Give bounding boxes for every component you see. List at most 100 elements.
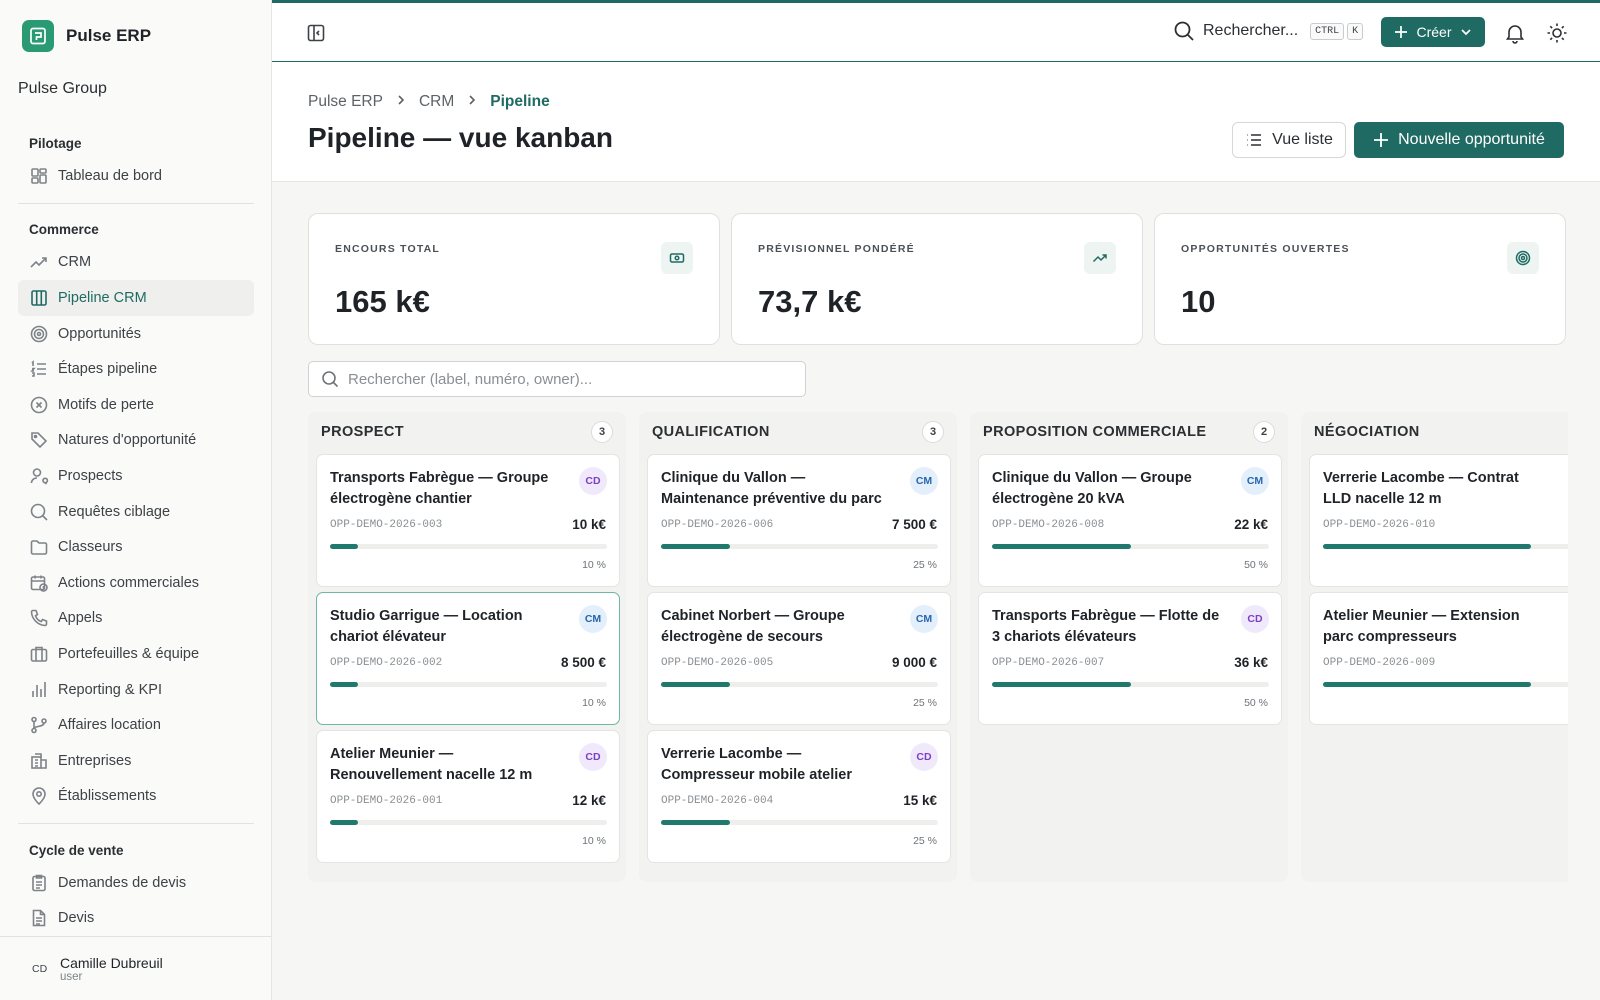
dashboard-icon <box>31 167 47 184</box>
probability-bar <box>992 682 1269 687</box>
card-amount: 8 500 € <box>560 655 606 670</box>
probability-bar <box>661 820 938 825</box>
bell-icon[interactable] <box>1504 22 1526 49</box>
column-header: NÉGOCIATION <box>1301 412 1568 452</box>
sidebar-item-tableau-de-bord[interactable]: Tableau de bord <box>18 158 254 194</box>
sidebar-item-etapes-pipeline[interactable]: Étapes pipeline <box>18 351 254 387</box>
kbd-k: K <box>1347 22 1364 40</box>
x-circle-icon <box>30 396 48 414</box>
sidebar-item-etablissements[interactable]: Établissements <box>18 779 254 815</box>
column-header: QUALIFICATION 3 <box>639 412 957 452</box>
card-probability: 25 % <box>913 697 937 709</box>
owner-avatar: CM <box>910 605 938 633</box>
user-menu[interactable]: CD Camille Dubreuil user <box>0 936 271 1000</box>
sidebar: Pulse ERP Pulse Group Pilotage Tableau de… <box>0 0 272 1000</box>
opportunity-card[interactable]: Atelier Meunier — Renouvellement nacelle… <box>316 730 620 863</box>
calendar-clock-icon <box>30 575 48 592</box>
board-search-input[interactable] <box>348 370 788 388</box>
opportunity-card[interactable]: Verrerie Lacombe — Contrat LLD nacelle 1… <box>1309 454 1568 587</box>
create-button-label: Créer <box>1416 24 1452 40</box>
nav-divider <box>18 202 254 204</box>
nav-section-title: Pilotage <box>29 135 82 151</box>
opportunity-card[interactable]: Transports Fabrègue — Flotte de 3 chario… <box>978 592 1282 725</box>
sidebar-item-label: Étapes pipeline <box>58 361 158 378</box>
owner-avatar: CM <box>579 605 607 633</box>
breadcrumb: Pulse ERP CRM Pipeline <box>308 93 550 111</box>
card-title: Verrerie Lacombe — Compresseur mobile at… <box>661 746 852 783</box>
sidebar-item-label: Devis <box>58 910 95 927</box>
sidebar-item-classeurs[interactable]: Classeurs <box>18 529 254 565</box>
owner-avatar: CM <box>910 467 938 495</box>
opportunity-card[interactable]: Clinique du Vallon — Maintenance prévent… <box>647 454 951 587</box>
opportunity-card[interactable]: Studio Garrigue — Location chariot éléva… <box>316 592 620 725</box>
column-count-badge: 2 <box>1253 421 1275 443</box>
brand[interactable]: Pulse ERP <box>22 20 151 52</box>
owner-avatar: CD <box>1241 605 1269 633</box>
breadcrumb-crm[interactable]: CRM <box>419 93 454 111</box>
nav-section-title: Commerce <box>29 222 99 238</box>
git-branch-icon <box>31 716 47 734</box>
probability-bar <box>992 544 1269 549</box>
opportunity-card[interactable]: Transports Fabrègue — Groupe électrogène… <box>316 454 620 587</box>
sidebar-item-actions-commerciales[interactable]: Actions commerciales <box>18 565 254 601</box>
card-title: Atelier Meunier — Renouvellement nacelle… <box>330 746 533 783</box>
clipboard-icon <box>32 874 46 892</box>
card-title: Atelier Meunier — Extension parc compres… <box>1323 608 1520 645</box>
board-search[interactable] <box>308 361 806 397</box>
sidebar-item-motifs-de-perte[interactable]: Motifs de perte <box>18 387 254 423</box>
list-view-label: Vue liste <box>1272 131 1333 148</box>
opportunity-card[interactable]: Verrerie Lacombe — Compresseur mobile at… <box>647 730 951 863</box>
sidebar-item-requetes-ciblage[interactable]: Requêtes ciblage <box>18 494 254 530</box>
sidebar-item-portefeuilles-equipe[interactable]: Portefeuilles & équipe <box>18 636 254 672</box>
sidebar-item-label: Établissements <box>58 788 157 805</box>
plus-icon <box>1395 26 1408 38</box>
sidebar-item-affaires-location[interactable]: Affaires location <box>18 707 254 743</box>
probability-bar <box>661 682 938 687</box>
probability-bar-fill <box>661 820 731 825</box>
kpi-card-previsionnel: PRÉVISIONNEL PONDÉRÉ 73,7 k€ <box>731 213 1143 345</box>
theme-toggle-icon[interactable] <box>1546 22 1568 49</box>
kbd-ctrl: CTRL <box>1310 22 1345 40</box>
sidebar-item-opportunites[interactable]: Opportunités <box>18 316 254 352</box>
sidebar-item-label: Reporting & KPI <box>58 681 162 698</box>
card-amount: 15 k€ <box>903 793 937 808</box>
global-search[interactable]: Rechercher... CTRL K <box>1173 20 1364 42</box>
shortcut-hint: CTRL K <box>1310 22 1364 40</box>
breadcrumb-current: Pipeline <box>490 93 550 110</box>
sidebar-item-appels[interactable]: Appels <box>18 601 254 637</box>
probability-bar-fill <box>330 820 358 825</box>
card-title: Clinique du Vallon — Maintenance prévent… <box>661 470 882 507</box>
sidebar-item-natures-d-opportunite[interactable]: Natures d'opportunité <box>18 423 254 459</box>
card-probability: 10 % <box>582 835 606 847</box>
card-probability: 25 % <box>913 559 937 571</box>
sidebar-item-pipeline-crm[interactable]: Pipeline CRM <box>18 280 254 316</box>
breadcrumb-home[interactable]: Pulse ERP <box>308 93 383 111</box>
sidebar-item-entreprises[interactable]: Entreprises <box>18 743 254 779</box>
opportunity-card[interactable]: Cabinet Norbert — Groupe électrogène de … <box>647 592 951 725</box>
probability-bar <box>330 820 607 825</box>
new-opportunity-button[interactable]: Nouvelle opportunité <box>1354 122 1564 158</box>
sidebar-toggle-icon[interactable] <box>306 23 326 43</box>
file-text-icon <box>32 910 46 927</box>
card-code: OPP-DEMO-2026-001 <box>330 795 443 807</box>
card-amount: 22 k€ <box>1234 517 1268 532</box>
sidebar-item-crm[interactable]: CRM <box>18 245 254 281</box>
opportunity-card[interactable]: Clinique du Vallon — Groupe électrogène … <box>978 454 1282 587</box>
card-code: OPP-DEMO-2026-005 <box>661 657 774 669</box>
create-button[interactable]: Créer <box>1381 17 1485 47</box>
sidebar-item-demandes-de-devis[interactable]: Demandes de devis <box>18 865 254 901</box>
card-probability: 50 % <box>1244 697 1268 709</box>
sidebar-item-label: Motifs de perte <box>58 396 154 413</box>
opportunity-card[interactable]: Atelier Meunier — Extension parc compres… <box>1309 592 1568 725</box>
sidebar-item-reporting-kpi[interactable]: Reporting & KPI <box>18 672 254 708</box>
sidebar-item-devis[interactable]: Devis <box>18 901 254 937</box>
sidebar-item-prospects[interactable]: Prospects <box>18 458 254 494</box>
kanban-column: PROPOSITION COMMERCIALE 2 Clinique du Vall… <box>970 412 1288 882</box>
column-count-badge: 3 <box>591 421 613 443</box>
card-title: Studio Garrigue — Location chariot éléva… <box>330 608 523 645</box>
org-switcher[interactable]: Pulse Group <box>18 80 107 98</box>
kanban-board: PROSPECT 3 Transports Fabrègue — Groupe él… <box>308 412 1568 882</box>
user-name: Camille Dubreuil <box>60 954 163 971</box>
list-view-button[interactable]: Vue liste <box>1232 122 1346 158</box>
column-title: PROPOSITION COMMERCIALE <box>983 424 1207 440</box>
